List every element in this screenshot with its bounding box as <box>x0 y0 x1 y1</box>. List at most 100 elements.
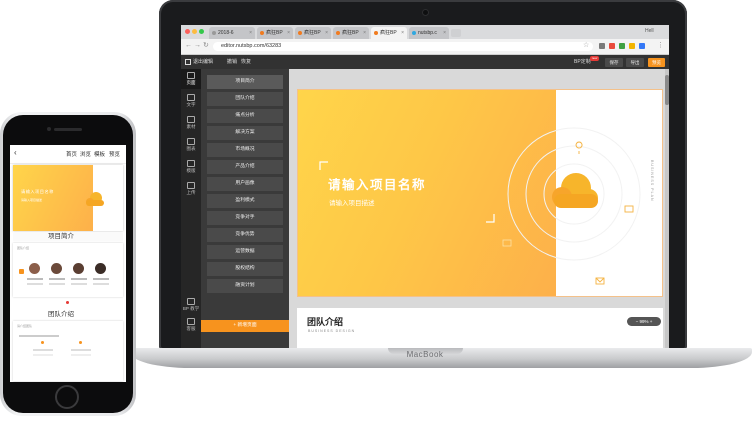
preview-button[interactable]: 预览 <box>648 58 665 67</box>
new-badge: new <box>590 56 599 61</box>
support-icon <box>187 318 195 325</box>
extension-icon[interactable] <box>639 43 645 49</box>
close-window-icon[interactable] <box>185 29 190 34</box>
extension-icon[interactable] <box>619 43 625 49</box>
team-slide[interactable]: 团队介绍 BUSINESS DESIGN <box>297 308 663 352</box>
browser-tab[interactable]: 疯狂BP × <box>295 27 331 39</box>
chapter-item[interactable]: 股权结构 <box>207 262 283 276</box>
phone-section-title: 项目简介 <box>48 233 74 240</box>
phone-nav-item[interactable]: 预览 <box>109 150 120 158</box>
extension-icon[interactable] <box>609 43 615 49</box>
canvas-scrollbar[interactable] <box>665 69 669 352</box>
chapter-item[interactable]: 盈利模式 <box>207 194 283 208</box>
phone-nav-item[interactable]: 模板 <box>94 150 105 158</box>
close-tab-icon[interactable]: × <box>287 27 290 39</box>
undo-button[interactable]: 撤销 <box>227 55 237 69</box>
phone-cover-slide[interactable]: 请输入项目名称 请输入项目描述 <box>13 165 123 231</box>
folder-icon <box>624 205 634 213</box>
save-button[interactable]: 保存 <box>605 58 623 67</box>
new-tab-button[interactable] <box>451 29 461 37</box>
scrollbar-thumb[interactable] <box>665 75 669 105</box>
export-button[interactable]: 导出 <box>626 58 644 67</box>
cover-slide[interactable]: 请输入项目名称 请输入项目描述 BUSINESS PLAN <box>297 89 663 297</box>
close-tab-icon[interactable]: × <box>363 27 366 39</box>
team-slide-title[interactable]: 团队介绍 <box>307 315 343 328</box>
redo-button[interactable]: 恢复 <box>241 55 251 69</box>
page-favicon-icon <box>336 31 340 35</box>
phone-home-button[interactable] <box>55 385 79 409</box>
zoom-control[interactable]: − 99% + <box>627 317 661 326</box>
laptop-screen: 2018-6 × 疯狂BP × 疯狂BP × 疯狂BP × 疯狂BP × nutsbp.c… <box>181 25 669 352</box>
chapter-item[interactable]: 竞争优势 <box>207 228 283 242</box>
browser-tab[interactable]: 疯狂BP × <box>257 27 293 39</box>
phone-back-icon[interactable]: ‹ <box>14 148 17 157</box>
browser-menu-icon[interactable]: ⋮ <box>657 42 664 50</box>
page-icon <box>187 72 195 79</box>
chapter-item[interactable]: 项目简介 <box>207 75 283 89</box>
phone-card-label: 团队介绍 <box>17 246 30 250</box>
browser-tab-active[interactable]: 疯狂BP × <box>371 27 407 39</box>
browser-tab[interactable]: 2018-6 × <box>209 27 255 39</box>
chapter-item[interactable]: 竞争对手 <box>207 211 283 225</box>
teaching-icon <box>187 298 195 305</box>
rail-item-chart[interactable]: 图表 <box>181 135 201 155</box>
rail-item-material[interactable]: 素材 <box>181 113 201 133</box>
phone-intro-card[interactable]: 请介绍团队 <box>13 321 123 381</box>
reload-icon[interactable]: ↻ <box>203 42 209 50</box>
rail-item-text[interactable]: 文字 <box>181 91 201 111</box>
rail-item-support[interactable]: 客服 <box>181 315 201 335</box>
maximize-window-icon[interactable] <box>199 29 204 34</box>
rail-item-upload[interactable]: 上传 <box>181 179 201 199</box>
close-tab-icon[interactable]: × <box>325 27 328 39</box>
close-tab-icon[interactable]: × <box>249 27 252 39</box>
mail-flap-icon <box>595 277 605 283</box>
team-slide-subtitle: BUSINESS DESIGN <box>308 329 356 333</box>
phone-camera <box>47 127 51 131</box>
close-tab-icon[interactable]: × <box>401 27 404 39</box>
chapter-item[interactable]: 解决方案 <box>207 126 283 140</box>
phone-speaker <box>54 128 82 131</box>
chart-icon <box>187 138 195 145</box>
minimize-window-icon[interactable] <box>192 29 197 34</box>
profile-label[interactable]: Hell <box>645 28 654 34</box>
close-tab-icon[interactable]: × <box>443 27 446 39</box>
browser-tab[interactable]: nutsbp.c × <box>409 27 449 39</box>
phone-card-label: 请介绍团队 <box>17 324 33 328</box>
chapter-item[interactable]: 痛点分析 <box>207 109 283 123</box>
zoom-in-icon[interactable]: + <box>649 319 653 324</box>
chapter-item[interactable]: 运营数据 <box>207 245 283 259</box>
member-title-line <box>49 283 65 285</box>
member-name-line <box>93 278 109 280</box>
page-favicon-icon <box>374 31 378 35</box>
material-icon <box>187 116 195 123</box>
location-pin-icon <box>575 141 583 154</box>
back-icon[interactable]: ← <box>185 42 192 50</box>
rail-item-template[interactable]: 模版 <box>181 157 201 177</box>
cover-subtitle[interactable]: 请输入项目描述 <box>329 197 375 207</box>
add-page-button[interactable]: + 新增页面 <box>201 320 289 332</box>
card-icon <box>502 239 512 247</box>
bookmark-star-icon[interactable]: ☆ <box>583 42 589 50</box>
url-field[interactable]: editor.nutsbp.com/63283 <box>213 42 593 51</box>
chapter-item[interactable]: 产品介绍 <box>207 160 283 174</box>
member-name-line <box>71 278 87 280</box>
phone-section-title: 团队介绍 <box>48 311 74 318</box>
chapter-item[interactable]: 市场概况 <box>207 143 283 157</box>
exit-edit-button[interactable]: 退出编辑 <box>193 55 213 69</box>
rail-item-teaching[interactable]: BP 教学 <box>181 295 201 315</box>
custom-bp-button[interactable]: BP定制 <box>574 55 591 69</box>
chapter-item[interactable]: 用户画像 <box>207 177 283 191</box>
phone-nav-item[interactable]: 首页 <box>66 150 77 158</box>
rail-item-page[interactable]: 页面 <box>181 69 201 89</box>
page-indicator-dot <box>66 301 69 304</box>
cover-title[interactable]: 请输入项目名称 <box>328 174 426 193</box>
chapter-item[interactable]: 融资计划 <box>207 279 283 293</box>
extension-icon[interactable] <box>629 43 635 49</box>
phone-team-card[interactable]: 团队介绍 <box>13 243 123 297</box>
browser-tab[interactable]: 疯狂BP × <box>333 27 369 39</box>
page-favicon-icon <box>298 31 302 35</box>
phone-nav-item[interactable]: 浏览 <box>80 150 91 158</box>
forward-icon[interactable]: → <box>194 42 201 50</box>
extension-icon[interactable] <box>599 43 605 49</box>
chapter-item[interactable]: 团队介绍 <box>207 92 283 106</box>
